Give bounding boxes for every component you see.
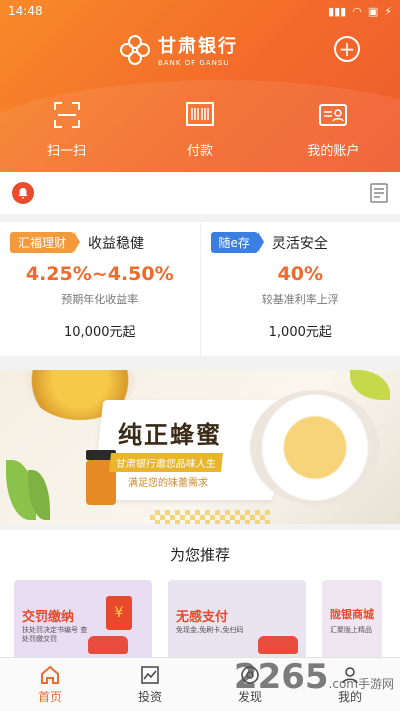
recommend-card-nonsense-pay[interactable]: 无感支付 免现金,免刷卡,免扫码 [168,580,306,660]
product-card-suie[interactable]: 随e存 灵活安全 40% 较基准利率上浮 1,000元起 [199,222,400,356]
site-watermark: 2265.com手游网 [233,657,394,697]
product-tag: 随e存 [210,232,265,253]
product-rate-label: 预期年化收益率 [61,293,139,306]
banner-title: 纯正蜂蜜 [118,421,222,449]
banner-subtitle: 满足您的味蕾需求 [128,478,208,489]
recommend-title: 为您推荐 [169,546,230,564]
home-icon [41,665,59,684]
product-rate: 40% [277,263,323,285]
product-rate: 4.25%~4.50% [25,263,174,285]
car-icon [88,636,128,654]
bank-name-en: BANK OF GANSU [158,59,230,67]
bottom-tab-bar: 首页 投资 发现 我的 2265.com手游网 [0,657,400,711]
product-panel: 汇福理财 收益稳健 4.25%~4.50% 预期年化收益率 10,000元起 随… [0,222,400,356]
my-account-button[interactable]: 我的账户 [267,100,400,159]
recommend-section: 为您推荐 交罚缴纳 扶处罚决定书编号 查处罚缴交罚 ¥ 无感支付 免现金,免刷卡… [0,530,400,660]
signal-icon: ▮▮▮ [328,4,347,18]
bank-logo-icon [120,34,150,65]
recommend-card-mall[interactable]: 陇银商城 汇聚陇上精品 [322,580,382,660]
account-card-icon [319,104,348,126]
product-card-huifu[interactable]: 汇福理财 收益稳健 4.25%~4.50% 预期年化收益率 10,000元起 [0,222,200,356]
status-time: 14:48 [8,4,43,18]
banner-strip: 甘肃银行邀您品味人生 [109,453,223,472]
notice-bar[interactable] [0,172,400,214]
product-name: 灵活安全 [271,235,328,252]
product-name: 收益稳健 [88,235,145,252]
product-min-amount: 1,000元起 [268,325,332,340]
pay-button[interactable]: 付款 [133,100,266,159]
add-button[interactable]: + [334,36,360,62]
message-list-icon[interactable] [370,183,388,203]
honeycomb-plate-image [250,390,380,505]
bank-logo: 甘肃银行 BANK OF GANSU [118,32,238,67]
header: 14:48 ▮▮▮ ◠ ▣ ⚡ 甘肃银行 BANK OF GANSU + 扫一扫… [0,0,400,172]
product-min-amount: 10,000元起 [64,325,136,340]
chart-trend-icon [141,665,159,684]
bell-icon [12,182,34,204]
scan-button[interactable]: 扫一扫 [0,100,133,159]
sim-icon: ▣ [367,4,379,18]
quick-actions: 扫一扫 付款 我的账户 [0,100,400,159]
tab-home[interactable]: 首页 [0,658,100,711]
barcode-icon [185,102,214,126]
status-bar: 14:48 ▮▮▮ ◠ ▣ ⚡ [0,0,400,22]
car-icon [258,636,298,654]
red-envelope-icon: ¥ [106,596,132,630]
promo-banner[interactable]: 纯正蜂蜜 甘肃银行邀您品味人生 满足您的味蕾需求 [0,370,400,524]
wifi-icon: ◠ [352,4,362,18]
battery-icon: ⚡ [384,4,392,18]
product-rate-label: 较基准利率上浮 [261,293,339,306]
bank-name: 甘肃银行 [158,36,238,57]
tab-invest[interactable]: 投资 [100,658,200,711]
scan-icon [53,102,80,128]
recommend-card-fines[interactable]: 交罚缴纳 扶处罚决定书编号 查处罚缴交罚 ¥ [14,580,152,660]
leaf-decoration [350,370,390,400]
product-tag: 汇福理财 [10,232,81,253]
